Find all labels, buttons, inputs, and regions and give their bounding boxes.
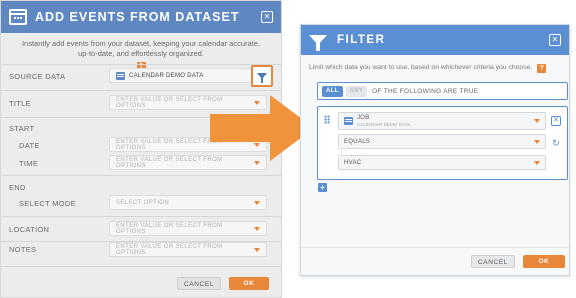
source-data-row: SOURCE DATA CALENDAR DEMO DATA: [1, 67, 281, 85]
start-label: START: [9, 123, 35, 133]
filter-header: FILTER ✕: [301, 25, 569, 55]
filter-cancel-button[interactable]: CANCEL: [471, 255, 515, 268]
add-condition-button[interactable]: +: [318, 183, 327, 192]
select-mode-label: SELECT MODE: [19, 198, 76, 208]
filter-dialog: FILTER ✕ Limit which data you want to us…: [300, 24, 570, 276]
dialog-title: ADD EVENTS FROM DATASET: [35, 10, 240, 24]
divider: [301, 247, 569, 248]
refresh-icon[interactable]: ↻: [551, 138, 561, 148]
location-select[interactable]: ENTER VALUE OR SELECT FROM OPTIONS: [109, 221, 267, 236]
screen: ADD EVENTS FROM DATASET ✕ Instantly add …: [0, 0, 576, 298]
condition-field-source: CALENDAR DEMO DATA: [357, 122, 411, 127]
funnel-icon: [257, 73, 267, 83]
match-any-toggle[interactable]: ANY: [345, 85, 368, 97]
chevron-down-icon: [534, 139, 540, 144]
divider: [1, 216, 281, 217]
notes-placeholder: ENTER VALUE OR SELECT FROM OPTIONS: [116, 243, 223, 256]
condition-operator-value: EQUALS: [344, 138, 371, 145]
condition-field-select[interactable]: JOB CALENDAR DEMO DATA: [338, 112, 546, 130]
divider: [1, 64, 281, 65]
match-mode-bar: ALL ANY OF THE FOLLOWING ARE TRUE: [317, 82, 568, 100]
filter-intro-text: Limit which data you want to use, based …: [309, 63, 533, 71]
notes-select[interactable]: ENTER VALUE OR SELECT FROM OPTIONS: [109, 242, 267, 257]
divider: [1, 266, 281, 267]
cancel-button[interactable]: CANCEL: [177, 277, 221, 290]
source-data-label: SOURCE DATA: [9, 71, 66, 81]
close-icon[interactable]: ✕: [261, 11, 273, 23]
filter-title: FILTER: [337, 34, 386, 46]
match-all-toggle[interactable]: ALL: [322, 85, 343, 97]
chevron-down-icon: [254, 160, 260, 165]
select-mode-select[interactable]: SELECT OPTION: [109, 195, 267, 210]
condition-value: HVAC: [344, 159, 362, 166]
ok-button[interactable]: OK: [229, 277, 269, 290]
location-row: LOCATION ENTER VALUE OR SELECT FROM OPTI…: [1, 220, 281, 238]
condition-value-select[interactable]: HVAC: [338, 155, 546, 170]
location-placeholder: ENTER VALUE OR SELECT FROM OPTIONS: [116, 222, 223, 235]
time-label: TIME: [19, 158, 39, 168]
source-data-value: CALENDAR DEMO DATA: [129, 72, 204, 79]
date-label: DATE: [19, 140, 40, 150]
end-label: END: [9, 182, 26, 192]
intro-text: Instantly add events from your dataset, …: [21, 39, 261, 58]
notes-row: NOTES ENTER VALUE OR SELECT FROM OPTIONS: [1, 240, 281, 258]
funnel-icon: [309, 35, 327, 51]
condition-field-value: JOB: [357, 115, 370, 121]
chevron-down-icon: [254, 247, 260, 252]
location-label: LOCATION: [9, 224, 50, 234]
chevron-down-icon: [534, 160, 540, 165]
close-icon[interactable]: ✕: [549, 34, 561, 46]
title-label: TITLE: [9, 98, 31, 108]
calendar-icon: [9, 9, 27, 25]
database-icon: [344, 117, 353, 125]
source-data-select[interactable]: CALENDAR DEMO DATA: [109, 68, 267, 83]
condition-operator-select[interactable]: EQUALS: [338, 134, 546, 149]
database-icon: [116, 71, 125, 80]
chevron-down-icon: [254, 200, 260, 205]
chevron-down-icon: [534, 119, 540, 123]
filter-intro: Limit which data you want to use, based …: [301, 55, 569, 73]
chevron-down-icon: [254, 226, 260, 231]
divider: [1, 175, 281, 176]
select-mode-row: SELECT MODE SELECT OPTION: [1, 194, 281, 212]
match-rule-text: OF THE FOLLOWING ARE TRUE: [372, 87, 479, 95]
divider: [1, 90, 281, 91]
drag-handle-icon[interactable]: [324, 115, 330, 124]
delete-condition-button[interactable]: ✕: [551, 116, 561, 126]
dialog-intro: Instantly add events from your dataset, …: [1, 33, 281, 71]
field-text: JOB CALENDAR DEMO DATA: [357, 115, 411, 127]
filter-button[interactable]: [251, 65, 273, 87]
condition-card: JOB CALENDAR DEMO DATA ✕ EQUALS ↻ HVAC: [317, 106, 568, 180]
notes-label: NOTES: [9, 244, 37, 254]
filter-ok-button[interactable]: OK: [523, 255, 565, 268]
help-icon[interactable]: ?: [537, 64, 547, 73]
dialog-header: ADD EVENTS FROM DATASET ✕: [1, 1, 281, 33]
select-mode-placeholder: SELECT OPTION: [116, 199, 170, 206]
